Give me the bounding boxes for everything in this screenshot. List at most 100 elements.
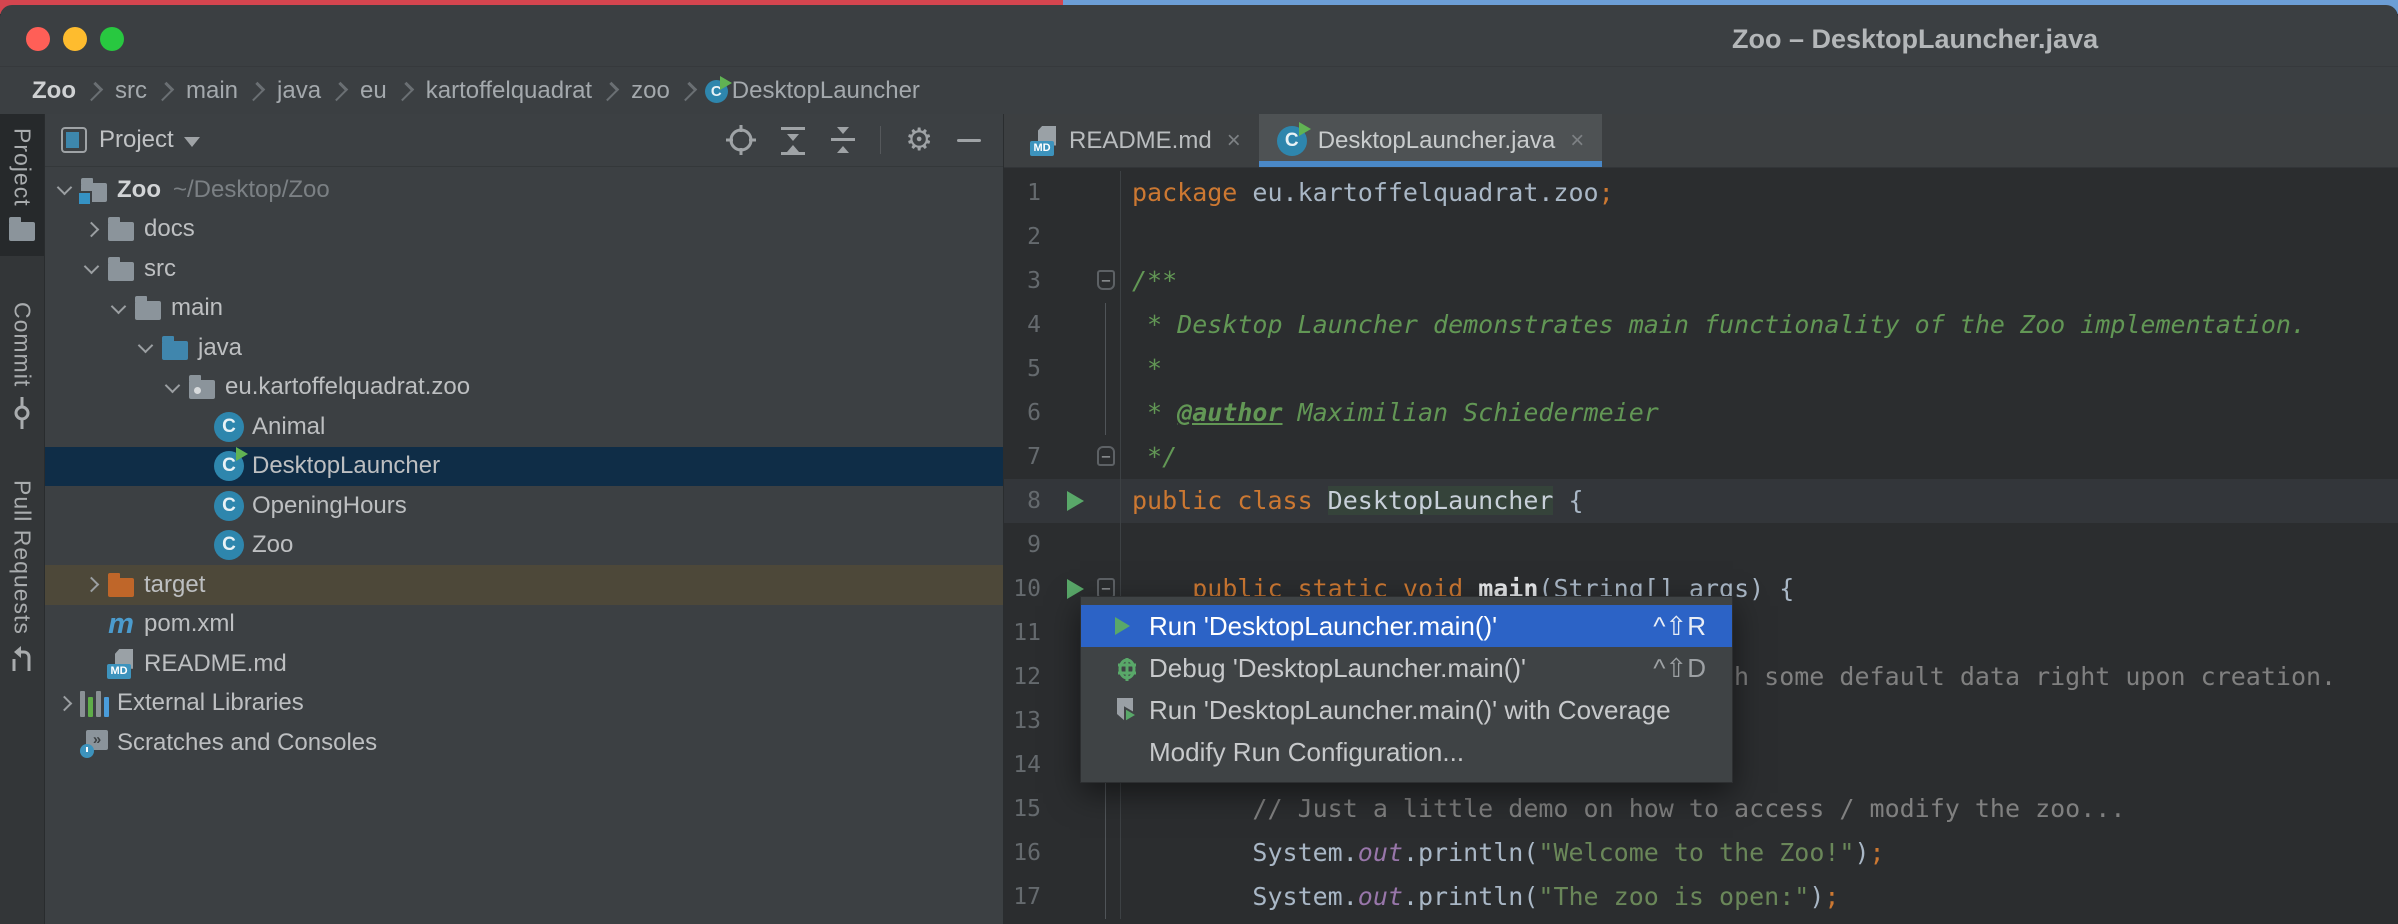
code-line-15[interactable]: 15 // Just a little demo on how to acces… xyxy=(1004,787,2398,831)
menu-item-run-coverage[interactable]: Run 'DesktopLauncher.main()' with Covera… xyxy=(1081,689,1732,731)
breadcrumb-item-main[interactable]: main xyxy=(182,77,242,105)
tree-item-external-libraries[interactable]: External Libraries xyxy=(45,684,1003,724)
title-bar: Zoo – DesktopLauncher.java xyxy=(0,5,2398,66)
tree-chevron-box[interactable] xyxy=(132,344,158,351)
code-line-16[interactable]: 16 System.out.println("Welcome to the Zo… xyxy=(1004,831,2398,875)
folder-icon xyxy=(9,222,35,241)
code-line-2[interactable]: 2 xyxy=(1004,215,2398,259)
stripe-tab-project[interactable]: Project xyxy=(0,114,44,256)
code-line-4[interactable]: 4 * Desktop Launcher demonstrates main f… xyxy=(1004,303,2398,347)
menu-item-shortcut: ^⇧R xyxy=(1653,611,1706,642)
settings-icon[interactable]: ⚙ xyxy=(905,125,933,156)
tree-item-readme-md[interactable]: MDREADME.md xyxy=(45,644,1003,684)
chevron-right-icon[interactable] xyxy=(83,221,99,237)
fold-marker-icon[interactable]: − xyxy=(1097,578,1115,598)
tree-chevron-box[interactable] xyxy=(51,698,77,709)
chevron-down-icon[interactable] xyxy=(83,259,99,275)
chevron-right-icon[interactable] xyxy=(56,695,72,711)
code-line-6[interactable]: 6 * @author Maximilian Schiedermeier xyxy=(1004,391,2398,435)
tree-item-target[interactable]: target xyxy=(45,565,1003,605)
chevron-down-icon[interactable] xyxy=(184,137,200,147)
tree-chevron-box[interactable] xyxy=(51,186,77,193)
breadcrumb-item-desktoplauncher[interactable]: CDesktopLauncher xyxy=(705,77,924,105)
code-line-5[interactable]: 5 * xyxy=(1004,347,2398,391)
locate-icon[interactable] xyxy=(726,125,756,155)
gutter-icons xyxy=(1041,347,1120,391)
project-tree: Zoo~/Desktop/Zoodocssrcmain java eu.kartof… xyxy=(45,167,1003,763)
breadcrumb-label: zoo xyxy=(627,77,674,105)
tree-item-label: pom.xml xyxy=(144,610,235,638)
tree-chevron-box[interactable] xyxy=(78,579,104,590)
code-line-3[interactable]: 3−/** xyxy=(1004,259,2398,303)
breadcrumb-label: main xyxy=(182,77,242,105)
line-number: 14 xyxy=(1004,743,1041,787)
tree-item-label: java xyxy=(198,334,242,362)
tree-item-java[interactable]: java xyxy=(45,328,1003,368)
tree-item-main[interactable]: main xyxy=(45,289,1003,329)
menu-item-label: Run 'DesktopLauncher.main()' xyxy=(1149,611,1623,642)
editor-tab-desktoplauncher-java[interactable]: CDesktopLauncher.java× xyxy=(1259,114,1603,167)
tree-item-zoo[interactable]: CZoo xyxy=(45,526,1003,566)
breadcrumb-item-java[interactable]: java xyxy=(273,77,325,105)
fold-marker-icon[interactable]: − xyxy=(1097,270,1115,290)
code-line-8[interactable]: 8public class DesktopLauncher { xyxy=(1004,479,2398,523)
editor-tab-readme-md[interactable]: MDREADME.md× xyxy=(1012,114,1259,167)
menu-item-modify-run-configuration[interactable]: Modify Run Configuration... xyxy=(1081,731,1732,773)
tree-chevron-box[interactable] xyxy=(159,384,185,391)
gutter-icons xyxy=(1041,171,1120,215)
tree-item-zoo[interactable]: Zoo~/Desktop/Zoo xyxy=(45,170,1003,210)
breadcrumb-item-kartoffelquadrat[interactable]: kartoffelquadrat xyxy=(422,77,596,105)
close-button[interactable] xyxy=(26,27,50,51)
chevron-right-icon[interactable] xyxy=(83,577,99,593)
collapse-all-icon[interactable] xyxy=(830,125,856,155)
breadcrumb-label: java xyxy=(273,77,325,105)
run-line-icon[interactable] xyxy=(1067,491,1084,511)
code-line-1[interactable]: 1package eu.kartoffelquadrat.zoo; xyxy=(1004,171,2398,215)
menu-item-run[interactable]: Run 'DesktopLauncher.main()' ^⇧R xyxy=(1081,605,1732,647)
breadcrumb-item-src[interactable]: src xyxy=(111,77,151,105)
tree-item-pom-xml[interactable]: mpom.xml xyxy=(45,605,1003,645)
tree-item-animal[interactable]: CAnimal xyxy=(45,407,1003,447)
commit-icon xyxy=(11,397,33,429)
hide-icon[interactable] xyxy=(957,139,981,142)
code-editor[interactable]: 1package eu.kartoffelquadrat.zoo;23−/**4… xyxy=(1004,168,2398,919)
fold-marker-icon[interactable]: − xyxy=(1097,446,1115,466)
breadcrumb-label: src xyxy=(111,77,151,105)
breadcrumb-item-eu[interactable]: eu xyxy=(356,77,391,105)
line-number: 16 xyxy=(1004,831,1041,875)
close-icon[interactable]: × xyxy=(1227,127,1241,155)
chevron-down-icon[interactable] xyxy=(56,180,72,196)
stripe-tab-commit[interactable]: Commit xyxy=(0,288,44,438)
breadcrumb-separator-icon xyxy=(155,81,174,100)
expand-all-icon[interactable] xyxy=(780,125,806,155)
tree-item-desktoplauncher[interactable]: CDesktopLauncher xyxy=(45,447,1003,487)
tree-chevron-box[interactable] xyxy=(105,305,131,312)
tree-item-docs[interactable]: docs xyxy=(45,210,1003,250)
chevron-down-icon[interactable] xyxy=(137,338,153,354)
tree-item-openinghours[interactable]: COpeningHours xyxy=(45,486,1003,526)
code-text: * Desktop Launcher demonstrates main fun… xyxy=(1121,303,2306,347)
tree-item-scratches-and-consoles[interactable]: »Scratches and Consoles xyxy=(45,723,1003,763)
menu-item-debug[interactable]: Debug 'DesktopLauncher.main()'^⇧D xyxy=(1081,647,1732,689)
tree-item-src[interactable]: src xyxy=(45,249,1003,289)
code-line-17[interactable]: 17 System.out.println("The zoo is open:"… xyxy=(1004,875,2398,919)
chevron-down-icon[interactable] xyxy=(164,377,180,393)
tree-chevron-box[interactable] xyxy=(78,265,104,272)
close-icon[interactable]: × xyxy=(1570,127,1584,155)
chevron-down-icon[interactable] xyxy=(110,298,126,314)
line-number: 9 xyxy=(1004,523,1041,567)
zoom-button[interactable] xyxy=(100,27,124,51)
code-text: /** xyxy=(1121,259,1177,303)
code-line-9[interactable]: 9 xyxy=(1004,523,2398,567)
tree-chevron-box[interactable] xyxy=(78,224,104,235)
gutter-icons xyxy=(1041,787,1120,831)
stripe-tab-pull-requests[interactable]: Pull Requests xyxy=(0,466,44,673)
tree-item-eu-kartoffelquadrat-zoo[interactable]: eu.kartoffelquadrat.zoo xyxy=(45,368,1003,408)
minimize-button[interactable] xyxy=(63,27,87,51)
gutter-icons xyxy=(1041,479,1120,523)
breadcrumb-item-zoo[interactable]: zoo xyxy=(627,77,674,105)
breadcrumb-item-zoo[interactable]: Zoo xyxy=(28,77,80,105)
tree-item-label: DesktopLauncher xyxy=(252,452,440,480)
code-line-7[interactable]: 7− */ xyxy=(1004,435,2398,479)
excluded-folder-icon xyxy=(108,578,134,597)
